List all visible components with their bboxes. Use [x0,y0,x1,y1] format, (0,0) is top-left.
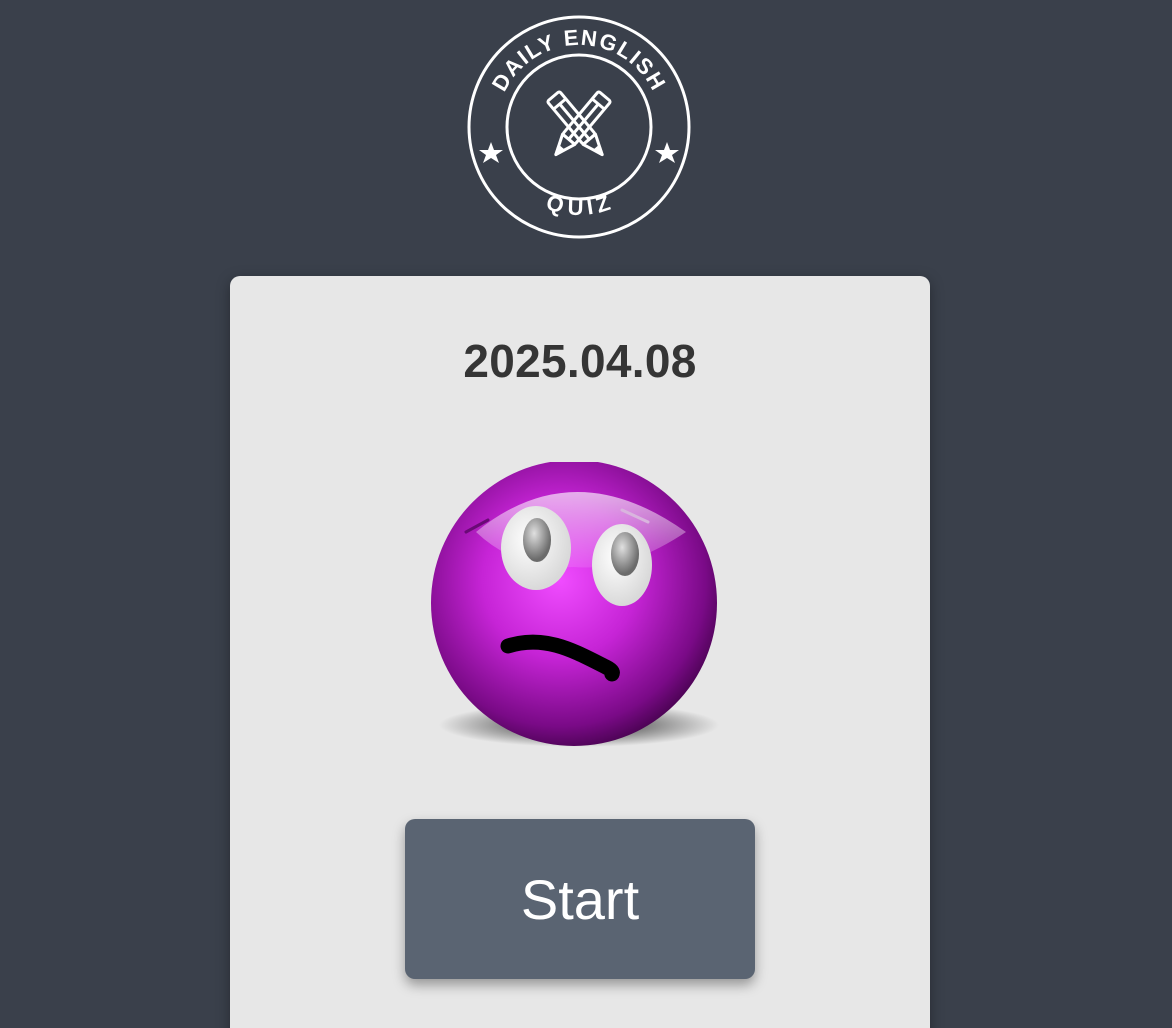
svg-text:QUIZ: QUIZ [543,189,614,220]
logo-top-text: DAILY ENGLISH [487,25,670,96]
star-icon [479,142,503,163]
crossed-pencils-icon [546,90,612,157]
star-icon [655,142,679,163]
quiz-date: 2025.04.08 [463,335,697,387]
start-button[interactable]: Start [405,819,755,979]
logo-bottom-text: QUIZ [543,189,612,220]
svg-text:DAILY ENGLISH: DAILY ENGLISH [487,25,671,96]
confused-smiley-icon [431,462,719,747]
page: DAILY ENGLISH QUIZ 2025.04.08 Start [0,0,1172,1028]
daily-english-quiz-logo: DAILY ENGLISH QUIZ [467,15,691,239]
quiz-card: 2025.04.08 Start [230,276,930,1028]
